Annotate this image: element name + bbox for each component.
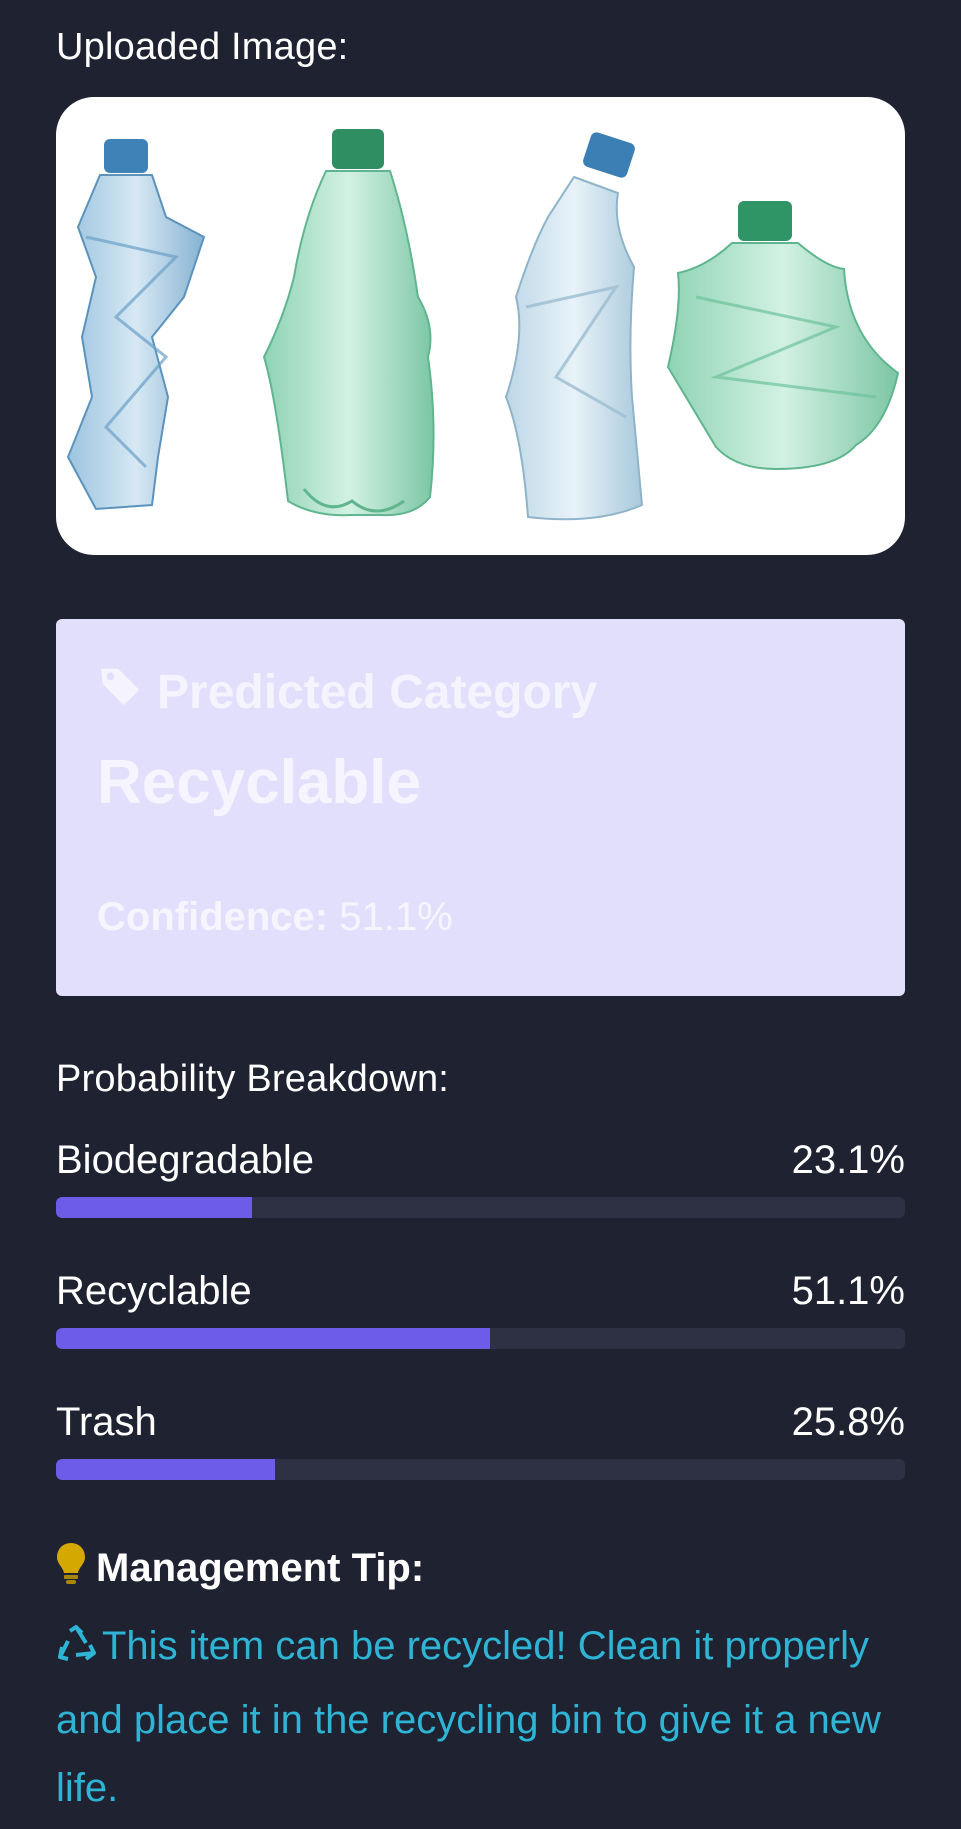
management-tip-title: Management Tip: [96, 1545, 425, 1590]
confidence-value: 51.1% [339, 895, 453, 939]
prediction-card: Predicted Category Recyclable Confidence… [56, 619, 905, 996]
management-tip-text: This item can be recycled! Clean it prop… [56, 1612, 905, 1822]
uploaded-image [56, 97, 905, 555]
predicted-category-label: Predicted Category [97, 663, 597, 721]
uploaded-image-heading: Uploaded Image: [56, 26, 349, 68]
probability-label: Trash [56, 1400, 157, 1444]
probability-bar-track [56, 1197, 905, 1218]
probability-bar-fill [56, 1328, 490, 1349]
green-bottle [262, 129, 435, 517]
crushed-blue-bottle [66, 139, 206, 511]
predicted-category-text: Predicted Category [157, 665, 598, 719]
recycle-icon [56, 1618, 96, 1686]
probability-bar-track [56, 1328, 905, 1349]
crushed-green-bottle [666, 201, 900, 471]
probability-percent: 23.1% [791, 1138, 905, 1182]
tag-icon [97, 663, 143, 721]
lightbulb-icon [56, 1541, 86, 1595]
confidence: Confidence: 51.1% [97, 895, 453, 940]
probability-label: Recyclable [56, 1269, 252, 1313]
bottles-photo [66, 129, 900, 521]
predicted-category-value: Recyclable [97, 748, 421, 817]
management-tip-heading: Management Tip: [56, 1541, 424, 1595]
pale-crushed-bottle [504, 132, 644, 521]
probability-breakdown-heading: Probability Breakdown: [56, 1058, 450, 1100]
probability-label: Biodegradable [56, 1138, 314, 1182]
probability-percent: 51.1% [791, 1269, 905, 1313]
probability-percent: 25.8% [791, 1400, 905, 1444]
probability-bar-fill [56, 1197, 253, 1218]
probability-bar-fill [56, 1459, 276, 1480]
prediction-result-page: Uploaded Image: Predicted Category Recyc… [0, 0, 961, 1829]
management-tip-body: This item can be recycled! Clean it prop… [56, 1624, 881, 1810]
probability-bar-track [56, 1459, 905, 1480]
confidence-label: Confidence: [97, 895, 329, 939]
